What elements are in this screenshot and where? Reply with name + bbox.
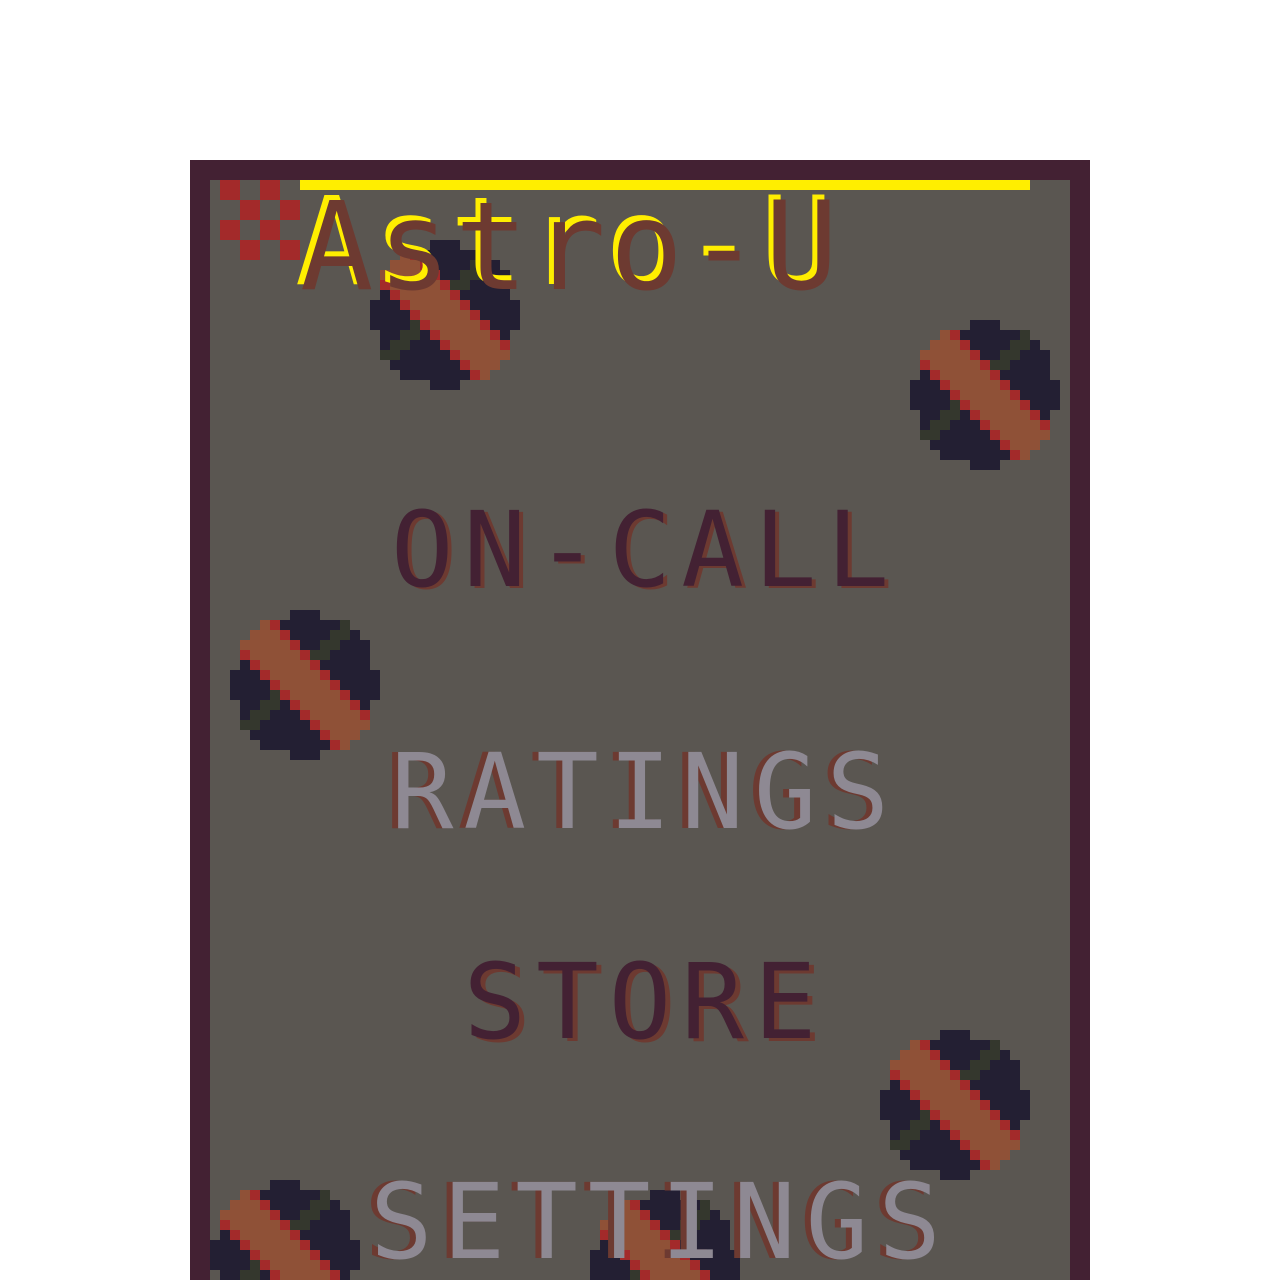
burger-icon bbox=[230, 610, 380, 760]
menu-on-call-button[interactable]: ON-CALL bbox=[370, 498, 920, 602]
checker-icon bbox=[220, 180, 300, 260]
menu-settings-button[interactable]: SETTINGS bbox=[370, 1170, 941, 1274]
burger-icon bbox=[210, 1180, 360, 1280]
burger-icon bbox=[910, 320, 1060, 470]
menu-store-button[interactable]: STORE bbox=[400, 950, 890, 1054]
game-title: Astro-U bbox=[300, 176, 843, 318]
game-screen: Astro-U ON-CALL RATINGS STORE SETTINGS bbox=[0, 0, 1280, 1280]
burger-icon bbox=[880, 1030, 1030, 1180]
menu-ratings-button[interactable]: RATINGS bbox=[370, 740, 920, 844]
